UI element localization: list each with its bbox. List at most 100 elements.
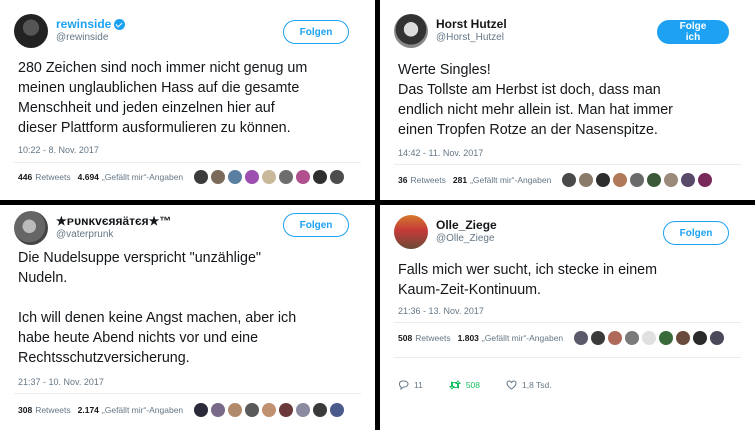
like-count[interactable]: 281 [453, 175, 467, 185]
like-action-count: 1,8 Tsd. [522, 380, 552, 390]
liker-avatar[interactable] [313, 170, 328, 184]
follow-button[interactable]: Folgen [283, 20, 349, 44]
tweet-stats: 508 Retweets 1.803 „Gefällt mir“-Angaben [398, 331, 727, 345]
retweets-label: Retweets [410, 175, 446, 185]
heart-icon [506, 380, 517, 390]
liker-avatar[interactable] [211, 403, 226, 417]
liker-avatar[interactable] [579, 173, 594, 187]
likes-label: „Gefällt mir“-Angaben [101, 405, 184, 415]
liker-avatar[interactable] [659, 331, 674, 345]
liker-avatar[interactable] [330, 403, 345, 417]
display-name[interactable]: Horst Hutzel [436, 17, 507, 32]
divider [394, 322, 741, 323]
liker-avatar[interactable] [647, 173, 662, 187]
liker-avatar[interactable] [676, 331, 691, 345]
tweet-text: Die Nudelsuppe verspricht "unzählige" Nu… [18, 250, 297, 366]
display-name[interactable]: rewinside [56, 17, 126, 32]
avatar[interactable] [14, 211, 48, 245]
display-name[interactable]: ★ᴘυɴĸvєяяäтєя★™ [56, 214, 171, 229]
avatar[interactable] [394, 215, 428, 249]
like-count[interactable]: 2.174 [78, 405, 99, 415]
liker-avatar[interactable] [330, 170, 345, 184]
likes-label: „Gefällt mir“-Angaben [481, 333, 564, 343]
liker-avatar[interactable] [613, 173, 628, 187]
like-count[interactable]: 4.694 [78, 172, 99, 182]
liker-avatar[interactable] [664, 173, 679, 187]
liker-avatar[interactable] [710, 331, 725, 345]
liker-avatar[interactable] [194, 403, 209, 417]
display-name-text: rewinside [56, 17, 112, 32]
user-handle: @vaterprunk [56, 229, 114, 241]
reply-button[interactable]: 11 [398, 380, 423, 390]
tweet-timestamp[interactable]: 14:42 - 11. Nov. 2017 [398, 148, 483, 158]
liker-avatar[interactable] [693, 331, 708, 345]
tweet-stats: 36 Retweets 281 „Gefällt mir“-Angaben [398, 173, 715, 187]
tweet-timestamp[interactable]: 10:22 - 8. Nov. 2017 [18, 145, 99, 155]
user-handle: @Olle_Ziege [436, 233, 495, 245]
following-button[interactable]: Folge ich [657, 20, 729, 44]
tweet-card-horst-hutzel: Horst Hutzel @Horst_Hutzel Folge ich Wer… [380, 0, 755, 200]
liker-avatar[interactable] [698, 173, 713, 187]
tweet-header: rewinside @rewinside [14, 14, 126, 48]
tweet-header: Horst Hutzel @Horst_Hutzel [394, 14, 507, 48]
like-button[interactable]: 1,8 Tsd. [506, 380, 552, 390]
divider [14, 162, 361, 163]
follow-button[interactable]: Folgen [663, 221, 729, 245]
liker-avatar[interactable] [681, 173, 696, 187]
retweets-label: Retweets [35, 405, 71, 415]
liker-avatar[interactable] [279, 403, 294, 417]
tweet-card-olle-ziege: Olle_Ziege @Olle_Ziege Folgen Falls mich… [380, 205, 755, 430]
divider [14, 393, 361, 394]
liker-avatar[interactable] [279, 170, 294, 184]
liker-avatar[interactable] [313, 403, 328, 417]
retweet-icon [448, 380, 461, 390]
liker-avatar[interactable] [630, 173, 645, 187]
tweet-text: Falls mich wer sucht, ich stecke in eine… [398, 262, 658, 298]
liker-avatar[interactable] [262, 403, 277, 417]
like-count[interactable]: 1.803 [458, 333, 479, 343]
retweet-count[interactable]: 36 [398, 175, 407, 185]
liker-avatar[interactable] [574, 331, 589, 345]
tweet-card-rewinside: rewinside @rewinside Folgen 280 Zeichen … [0, 0, 375, 200]
liker-avatar[interactable] [228, 403, 243, 417]
liker-avatars [194, 403, 347, 417]
retweets-label: Retweets [415, 333, 451, 343]
display-name[interactable]: Olle_Ziege [436, 218, 497, 233]
tweet-text: Werte Singles! Das Tollste am Herbst ist… [398, 62, 673, 138]
retweet-button[interactable]: 508 [448, 380, 481, 390]
tweet-timestamp[interactable]: 21:37 - 10. Nov. 2017 [18, 377, 104, 387]
liker-avatar[interactable] [245, 170, 260, 184]
liker-avatar[interactable] [591, 331, 606, 345]
tweet-actions: 11 508 1,8 Tsd. [398, 380, 578, 390]
user-handle: @Horst_Hutzel [436, 32, 504, 44]
retweet-count[interactable]: 508 [398, 333, 412, 343]
tweet-text: 280 Zeichen sind noch immer nicht genug … [18, 60, 308, 136]
tweet-timestamp[interactable]: 21:36 - 13. Nov. 2017 [398, 306, 484, 316]
liker-avatar[interactable] [262, 170, 277, 184]
liker-avatar[interactable] [194, 170, 209, 184]
liker-avatar[interactable] [228, 170, 243, 184]
liker-avatar[interactable] [596, 173, 611, 187]
avatar[interactable] [394, 14, 428, 48]
retweets-label: Retweets [35, 172, 71, 182]
liker-avatars [194, 170, 347, 184]
retweet-action-count: 508 [465, 380, 481, 390]
avatar[interactable] [14, 14, 48, 48]
tweet-stats: 446 Retweets 4.694 „Gefällt mir“-Angaben [18, 170, 347, 184]
tweet-header: Olle_Ziege @Olle_Ziege [394, 215, 497, 249]
user-handle: @rewinside [56, 32, 109, 44]
liker-avatar[interactable] [211, 170, 226, 184]
liker-avatar[interactable] [608, 331, 623, 345]
liker-avatar[interactable] [642, 331, 657, 345]
liker-avatars [574, 331, 727, 345]
liker-avatar[interactable] [625, 331, 640, 345]
reply-icon [398, 380, 409, 390]
retweet-count[interactable]: 308 [18, 405, 32, 415]
liker-avatar[interactable] [245, 403, 260, 417]
retweet-count[interactable]: 446 [18, 172, 32, 182]
tweet-stats: 308 Retweets 2.174 „Gefällt mir“-Angaben [18, 403, 347, 417]
liker-avatar[interactable] [296, 170, 311, 184]
liker-avatar[interactable] [562, 173, 577, 187]
follow-button[interactable]: Folgen [283, 213, 349, 237]
liker-avatar[interactable] [296, 403, 311, 417]
